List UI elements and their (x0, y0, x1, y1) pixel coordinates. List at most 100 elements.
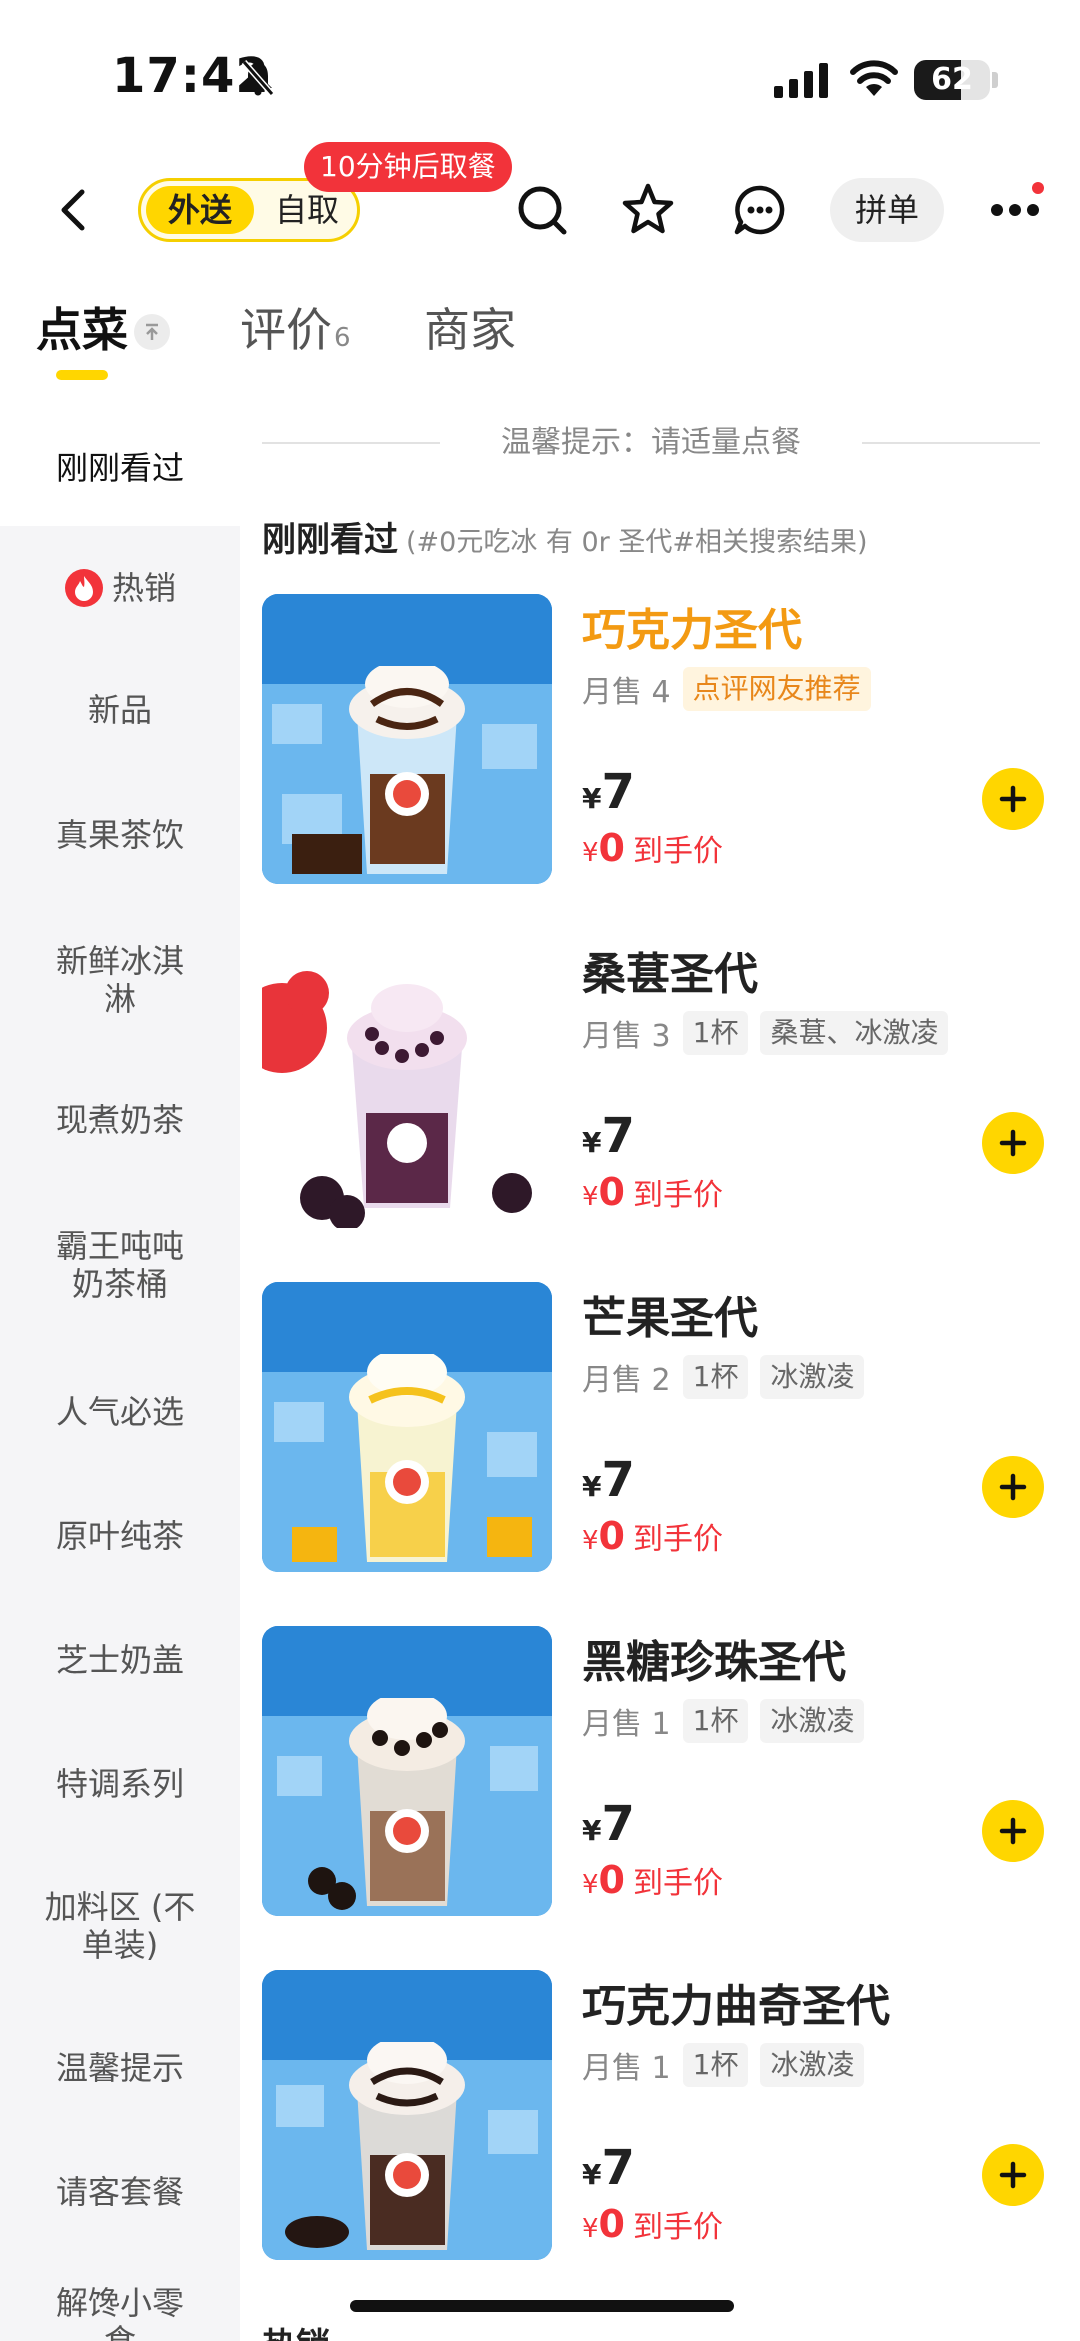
sidebar-item-snacks[interactable]: 解馋小零食 (0, 2254, 240, 2341)
monthly-sales: 月售 1 (582, 1707, 671, 1742)
active-tab-indicator (56, 370, 108, 380)
tab-order[interactable]: 点菜 (36, 300, 128, 360)
plus-icon (999, 2161, 1027, 2189)
sidebar-item-ice-cream[interactable]: 新鲜冰淇淋 (0, 900, 240, 1060)
product-image[interactable] (262, 1970, 552, 2260)
final-price: ¥0 到手价 (582, 1514, 723, 1558)
add-to-cart-button[interactable] (982, 768, 1044, 830)
group-order-button[interactable]: 拼单 (830, 178, 944, 242)
price: ¥7 (582, 1452, 635, 1508)
sidebar-item-toppings[interactable]: 加料区 (不单装) (0, 1846, 240, 2006)
plus-icon (999, 1473, 1027, 1501)
product-name: 巧克力曲奇圣代 (582, 1981, 890, 2032)
final-price: ¥0 到手价 (582, 826, 723, 870)
monthly-sales: 月售 3 (582, 1019, 671, 1054)
add-to-cart-button[interactable] (982, 1800, 1044, 1862)
collapse-icon[interactable] (134, 314, 170, 350)
sidebar-item-fruit-tea[interactable]: 真果茶饮 (0, 770, 240, 900)
flame-icon (64, 569, 103, 607)
category-sidebar: 刚刚看过 热销 新品 真果茶饮 新鲜冰淇淋 现煮奶茶 霸王吨吨奶茶桶 人气必选 … (0, 410, 240, 2341)
pickup-option[interactable]: 自取 (259, 186, 355, 234)
plus-icon (999, 1129, 1027, 1157)
add-to-cart-button[interactable] (982, 1456, 1044, 1518)
nav-header: 外送 自取 10分钟后取餐 拼单 (0, 142, 1080, 280)
message-button[interactable] (726, 176, 794, 244)
sidebar-item-treat-combo[interactable]: 请客套餐 (0, 2130, 240, 2254)
product-meta: 月售 1 1杯 冰激凌 (582, 2042, 865, 2088)
sidebar-item-milk-tea[interactable]: 现煮奶茶 (0, 1060, 240, 1180)
home-indicator[interactable] (350, 2300, 734, 2312)
product-tag: 桑葚、冰激凌 (760, 1011, 949, 1055)
product-meta: 月售 3 1杯 桑葚、冰激凌 (582, 1010, 949, 1056)
product-card[interactable]: 巧克力圣代 月售 4 点评网友推荐 ¥7 ¥0 到手价 (262, 594, 1080, 884)
product-meta: 月售 2 1杯 冰激凌 (582, 1354, 865, 1400)
plus-icon (999, 785, 1027, 813)
product-card[interactable]: 桑葚圣代 月售 3 1杯 桑葚、冰激凌 ¥7 ¥0 到手价 (262, 938, 1080, 1228)
final-price-value: 0 (598, 1514, 625, 1558)
sidebar-item-notice[interactable]: 温馨提示 (0, 2006, 240, 2130)
section-subtitle: (#0元吃冰 有 0r 圣代#相关搜索结果) (406, 527, 868, 558)
price: ¥7 (582, 764, 635, 820)
back-button[interactable] (44, 180, 104, 240)
search-icon (518, 186, 567, 235)
sidebar-item-label: 新鲜冰淇淋 (55, 942, 184, 1018)
product-tag: 冰激凌 (760, 2043, 865, 2087)
product-name: 芒果圣代 (582, 1293, 758, 1344)
more-dots-icon (991, 204, 1039, 216)
final-price-value: 0 (598, 2202, 625, 2246)
product-image[interactable] (262, 938, 552, 1228)
currency-symbol: ¥ (582, 2158, 602, 2191)
sidebar-item-pure-tea[interactable]: 原叶纯茶 (0, 1474, 240, 1598)
sidebar-item-cheese-foam[interactable]: 芝士奶盖 (0, 1598, 240, 1722)
product-image[interactable] (262, 1626, 552, 1916)
tab-reviews-count: 6 (334, 323, 351, 353)
final-price-value: 0 (598, 826, 625, 870)
product-name: 巧克力圣代 (582, 605, 802, 656)
product-meta: 月售 1 1杯 冰激凌 (582, 1698, 865, 1744)
currency-symbol: ¥ (582, 2214, 599, 2244)
currency-symbol: ¥ (582, 1526, 599, 1556)
recommend-tag: 点评网友推荐 (682, 667, 871, 711)
final-price-value: 0 (598, 1858, 625, 1902)
sidebar-item-label: 请客套餐 (55, 2173, 184, 2211)
product-card[interactable]: 巧克力曲奇圣代 月售 1 1杯 冰激凌 ¥7 ¥0 到手价 (262, 1970, 1080, 2260)
add-to-cart-button[interactable] (982, 2144, 1044, 2206)
status-bar: 17:42 62 (0, 0, 1080, 150)
search-button[interactable] (508, 176, 576, 244)
tab-merchant[interactable]: 商家 (424, 300, 516, 360)
sidebar-item-specials[interactable]: 特调系列 (0, 1722, 240, 1846)
favorite-button[interactable] (614, 176, 682, 244)
sidebar-item-tea-bucket[interactable]: 霸王吨吨奶茶桶 (0, 1180, 240, 1350)
sidebar-item-hot[interactable]: 热销 (0, 526, 240, 650)
product-tag: 1杯 (682, 2043, 749, 2087)
delivery-option[interactable]: 外送 (146, 186, 254, 234)
tab-merchant-label: 商家 (424, 303, 516, 357)
sidebar-item-new[interactable]: 新品 (0, 650, 240, 770)
sidebar-item-recently-viewed[interactable]: 刚刚看过 (0, 410, 240, 526)
product-card[interactable]: 黑糖珍珠圣代 月售 1 1杯 冰激凌 ¥7 ¥0 到手价 (262, 1626, 1080, 1916)
sidebar-item-label: 热销 (111, 569, 176, 607)
pickup-time-badge: 10分钟后取餐 (304, 142, 512, 192)
monthly-sales: 月售 4 (582, 675, 671, 710)
currency-symbol: ¥ (582, 1470, 602, 1503)
product-card[interactable]: 芒果圣代 月售 2 1杯 冰激凌 ¥7 ¥0 到手价 (262, 1282, 1080, 1572)
price: ¥7 (582, 2140, 635, 2196)
price-value: 7 (601, 1796, 635, 1852)
currency-symbol: ¥ (582, 1870, 599, 1900)
next-section-title: 热销 (262, 2318, 330, 2341)
final-price: ¥0 到手价 (582, 1170, 723, 1214)
sidebar-item-label: 加料区 (不单装) (44, 1888, 196, 1964)
product-tag: 1杯 (682, 1355, 749, 1399)
final-price-label: 到手价 (633, 834, 723, 869)
sidebar-item-popular[interactable]: 人气必选 (0, 1350, 240, 1474)
tab-reviews[interactable]: 评价6 (240, 300, 351, 360)
product-image[interactable] (262, 594, 552, 884)
product-tag: 1杯 (682, 1011, 749, 1055)
currency-symbol: ¥ (582, 1126, 602, 1159)
product-image[interactable] (262, 1282, 552, 1572)
monthly-sales: 月售 2 (582, 1363, 671, 1398)
product-tag: 1杯 (682, 1699, 749, 1743)
add-to-cart-button[interactable] (982, 1112, 1044, 1174)
product-name: 黑糖珍珠圣代 (582, 1637, 846, 1688)
currency-symbol: ¥ (582, 1182, 599, 1212)
